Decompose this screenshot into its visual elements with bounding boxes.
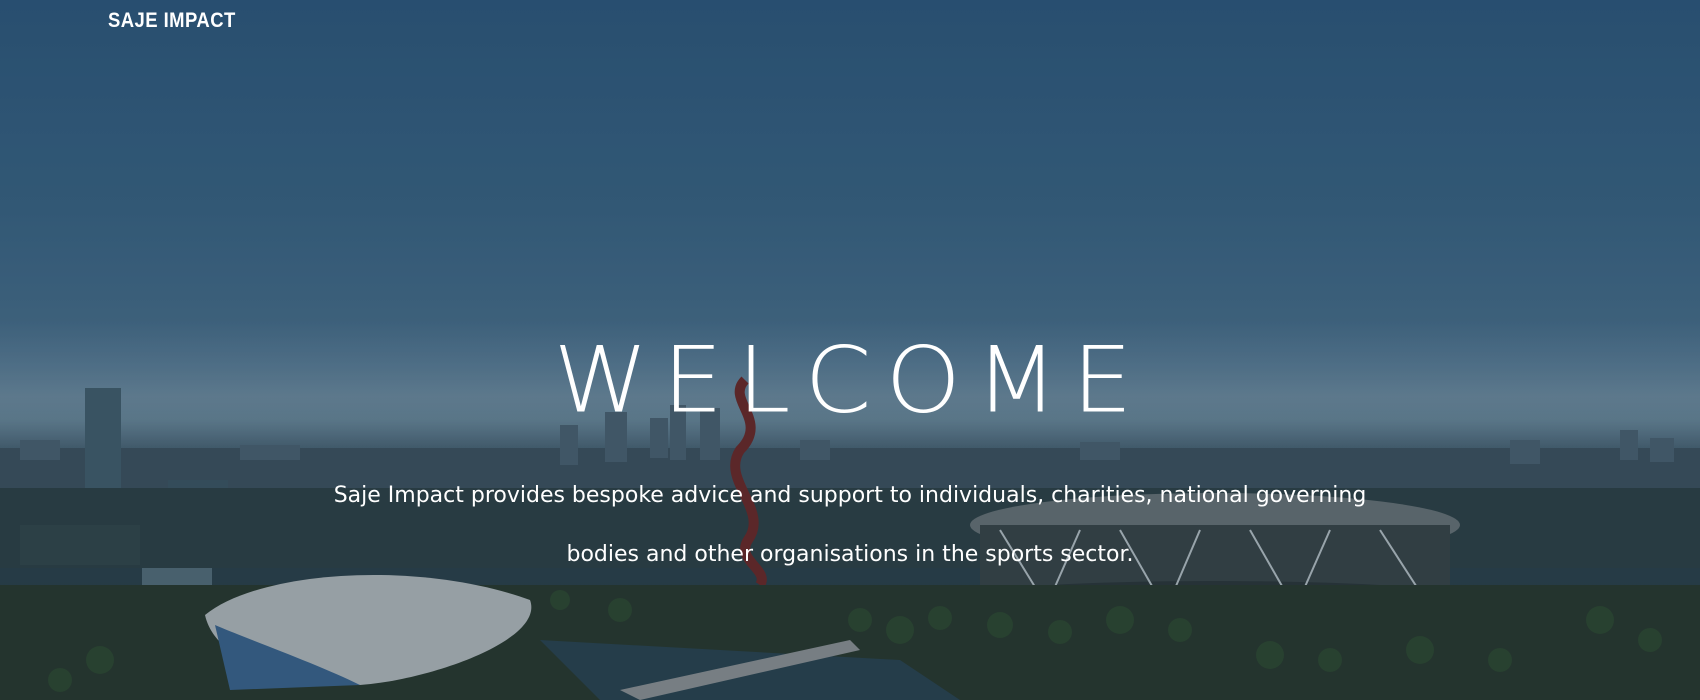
hero-section: SAJE IMPACT WELCOME Saje Impact provides… [0, 0, 1700, 700]
hero-heading: WELCOME [0, 330, 1700, 430]
site-logo[interactable]: SAJE IMPACT [108, 0, 236, 39]
hero-heading-text: WELCOME [553, 326, 1147, 434]
logo-text: SAJE IMPACT [108, 9, 236, 32]
hero-description: Saje Impact provides bespoke advice and … [333, 483, 1367, 567]
